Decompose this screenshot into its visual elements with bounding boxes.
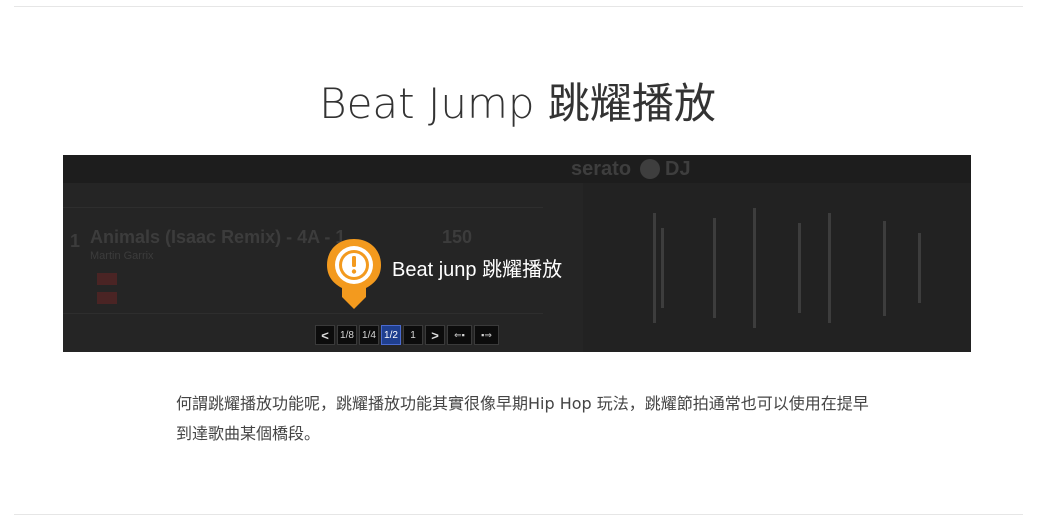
waveform-peak <box>653 213 656 323</box>
jump-right-button[interactable]: ▪⇒ <box>474 325 499 345</box>
top-divider <box>14 6 1023 7</box>
track-title: Animals (Isaac Remix) - 4A - 1 <box>90 227 346 247</box>
bpm-readout: 150 <box>442 227 473 247</box>
waveform-peak <box>828 213 831 323</box>
waveform-peak <box>798 223 801 313</box>
brand-logo-suffix: DJ <box>665 158 691 180</box>
page-title: Beat Jump 跳耀播放 <box>319 79 716 128</box>
beat-size-1-4-button[interactable]: 1/4 <box>359 325 379 345</box>
beat-size-1-8-button[interactable]: 1/8 <box>337 325 357 345</box>
waveform-peak <box>753 208 756 328</box>
deck-number: 1 <box>70 231 81 251</box>
waveform-peak <box>883 221 886 316</box>
screenshot-topbar <box>63 155 971 183</box>
jump-left-button[interactable]: ⇐▪ <box>447 325 472 345</box>
beat-jump-controls: < 1/8 1/4 1/2 1 > ⇐▪ ▪⇒ <box>315 325 499 345</box>
serato-dj-screenshot: serato DJ 1 Animals (Isaac Remix) - 4A -… <box>63 155 971 352</box>
brand-logo-text: serato <box>571 158 632 180</box>
cue-pad <box>97 273 117 285</box>
cue-pad <box>97 292 117 304</box>
bottom-divider <box>14 514 1023 515</box>
description-paragraph: 何謂跳耀播放功能呢，跳耀播放功能其實很像早期Hip Hop 玩法，跳耀節拍通常也… <box>176 394 869 443</box>
track-artist: Martin Garrix <box>90 250 154 262</box>
info-marker-icon <box>327 239 381 309</box>
beat-size-1-button[interactable]: 1 <box>403 325 423 345</box>
waveform-peak <box>918 233 921 303</box>
brand-logo-icon <box>640 159 660 179</box>
beat-size-1-2-button[interactable]: 1/2 <box>381 325 401 345</box>
waveform-peak <box>713 218 716 318</box>
callout-label: Beat junp 跳耀播放 <box>392 259 563 281</box>
beat-jump-forward-button[interactable]: > <box>425 325 445 345</box>
beat-jump-back-button[interactable]: < <box>315 325 335 345</box>
waveform-peak <box>661 228 664 308</box>
deck-divider <box>63 313 543 314</box>
deck-divider <box>63 207 543 208</box>
waveform-panel <box>583 183 971 352</box>
